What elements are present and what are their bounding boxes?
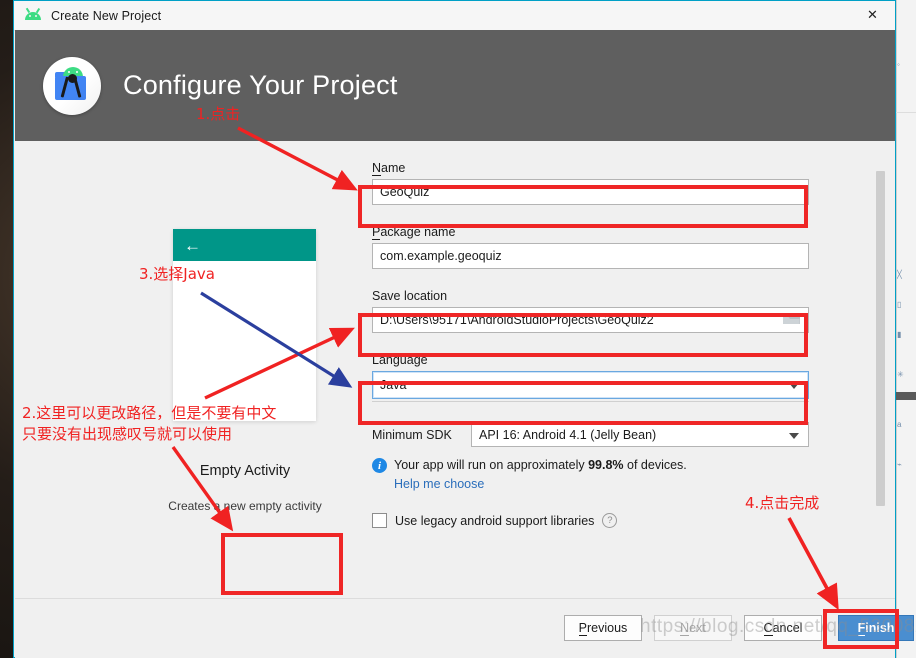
package-label-rest: ackage name [380, 225, 456, 239]
coverage-suffix: of devices. [623, 458, 687, 472]
field-save-location-group: Save location D:\Users\95171\AndroidStud… [372, 287, 809, 333]
field-package-group: Package name com.example.geoquiz [372, 223, 809, 269]
page-title: Configure Your Project [123, 70, 398, 100]
device-coverage-info: i Your app will run on approximately 99.… [372, 458, 809, 473]
cancel-label-rest: ancel [772, 621, 803, 635]
language-selected-value: Java [380, 378, 407, 392]
folder-icon[interactable] [782, 312, 801, 329]
save-location-input[interactable]: D:\Users\95171\AndroidStudioProjects\Geo… [372, 307, 809, 333]
info-icon: i [372, 458, 387, 473]
preview-appbar: ← [173, 229, 316, 261]
field-language-group: Language Java [372, 351, 809, 402]
field-minimum-sdk-group: Minimum SDK API 16: Android 4.1 (Jelly B… [372, 422, 809, 528]
legacy-support-checkbox-row[interactable]: Use legacy android support libraries ? [372, 513, 809, 528]
bg-strip-line: ▮ [897, 330, 902, 339]
save-location-label: Save location [372, 289, 448, 303]
finish-button[interactable]: Finish [838, 615, 914, 641]
minimum-sdk-label: Minimum SDK [372, 427, 452, 442]
cancel-button[interactable]: Cancel [744, 615, 822, 641]
package-name-input-value: com.example.geoquiz [380, 249, 502, 263]
coverage-percent: 99.8% [588, 458, 624, 472]
next-button: Next [654, 615, 732, 641]
form-scrollbar[interactable] [876, 157, 885, 582]
dialog-body: ← Empty Activity Creates a new empty act… [15, 141, 895, 598]
android-studio-logo-icon [43, 56, 101, 115]
minimum-sdk-row: Minimum SDK API 16: Android 4.1 (Jelly B… [372, 422, 809, 447]
form-scroll-area[interactable]: Name GeoQuiz Package name com.example.ge… [372, 159, 832, 658]
next-label-rest: ext [689, 621, 706, 635]
bg-strip-line: ╳ [897, 270, 902, 279]
bg-strip-line: ⌁ [897, 460, 902, 469]
finish-label-rest: inish [865, 621, 895, 635]
name-input-value: GeoQuiz [380, 185, 430, 199]
name-accel: N [372, 161, 382, 176]
form-scrollbar-thumb[interactable] [876, 171, 885, 506]
language-label: Language [372, 353, 428, 367]
folder-glyph [783, 313, 800, 324]
next-accel: N [680, 620, 690, 636]
bg-strip-line: a [897, 420, 902, 429]
previous-button[interactable]: Previous [564, 615, 642, 641]
name-label-rest: ame [381, 161, 406, 175]
bg-strip-line: ✳ [897, 370, 904, 379]
minimum-sdk-select[interactable]: API 16: Android 4.1 (Jelly Bean) [471, 422, 809, 447]
dialog-titlebar: Create New Project ✕ [14, 1, 895, 31]
help-me-choose-link[interactable]: Help me choose [394, 477, 484, 491]
name-label: Name [372, 161, 406, 176]
activity-template-preview[interactable]: ← [173, 229, 316, 421]
screen-root: ◦ ╳ ▯ ▮ ✳ a ⌁ Create New Project ✕ Confi… [0, 0, 916, 658]
previous-label-rest: revious [587, 621, 628, 635]
legacy-support-checkbox[interactable] [372, 513, 387, 528]
coverage-prefix: Your app will run on approximately [394, 458, 589, 472]
close-icon[interactable]: ✕ [850, 1, 895, 29]
bg-strip-line: ▯ [897, 300, 902, 309]
language-underline [372, 401, 809, 402]
device-coverage-text: Your app will run on approximately 99.8%… [394, 458, 687, 472]
background-divider [896, 112, 916, 113]
background-toolbar-band [896, 392, 916, 400]
bg-strip-line: ◦ [897, 60, 900, 69]
field-name-group: Name GeoQuiz [372, 159, 809, 205]
create-new-project-dialog: Create New Project ✕ Configure Your Proj… [13, 0, 914, 658]
question-mark-icon[interactable]: ? [602, 513, 618, 528]
dialog-header: Configure Your Project [15, 30, 895, 141]
dialog-title: Create New Project [51, 8, 162, 23]
language-select[interactable]: Java [372, 371, 809, 399]
dialog-footer: Previous Next Cancel Finish [15, 598, 914, 658]
package-name-input[interactable]: com.example.geoquiz [372, 243, 809, 269]
package-name-label: Package name [372, 225, 456, 240]
minimum-sdk-selected-value: API 16: Android 4.1 (Jelly Bean) [479, 427, 657, 442]
chevron-down-icon [789, 383, 799, 389]
background-window-sliver: ◦ ╳ ▯ ▮ ✳ a ⌁ [896, 0, 916, 658]
previous-accel: P [578, 620, 588, 636]
android-head-icon [24, 7, 42, 25]
name-input[interactable]: GeoQuiz [372, 179, 809, 205]
save-location-input-value: D:\Users\95171\AndroidStudioProjects\Geo… [380, 313, 654, 327]
finish-accel: F [857, 620, 866, 636]
legacy-support-label: Use legacy android support libraries [395, 513, 595, 528]
cancel-accel: C [763, 620, 773, 636]
back-arrow-icon: ← [184, 235, 201, 255]
chevron-down-icon [789, 432, 799, 439]
